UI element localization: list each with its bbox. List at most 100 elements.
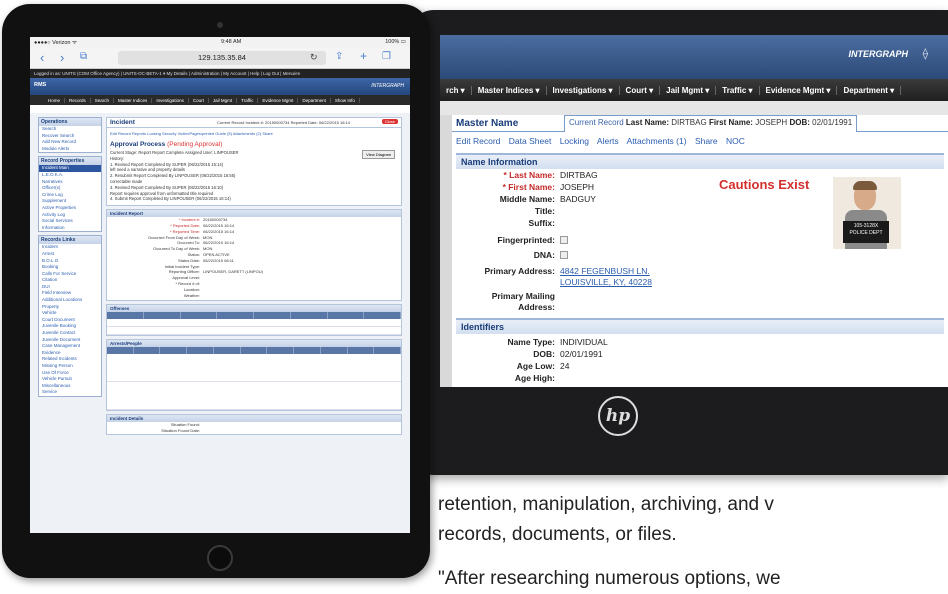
session-bar: Logged in as: UNITS (COM Office Agency) …	[30, 69, 410, 78]
sidebar-item[interactable]: Juvenile Contact	[39, 330, 101, 337]
new-tab-icon[interactable]: +	[360, 49, 367, 63]
tabs-icon[interactable]: ❐	[382, 51, 391, 62]
share-icon[interactable]: ⇪	[335, 51, 343, 62]
table-row[interactable]	[107, 382, 401, 411]
current-record-box: Current Record Last Name: DIRTBAG First …	[564, 115, 858, 132]
dna-checkbox[interactable]	[560, 251, 568, 259]
menu-evidence-mgmt[interactable]: Evidence Mgmt	[258, 97, 299, 103]
sidebar-item[interactable]: Field Interview	[39, 290, 101, 297]
cautions-alert[interactable]: Cautions Exist	[719, 177, 809, 192]
locking-link[interactable]: Locking	[560, 136, 589, 146]
sidebar-item[interactable]: Evidence	[39, 350, 101, 357]
page-title: Master Name	[456, 118, 519, 129]
article-line: records, documents, or files.	[438, 524, 677, 545]
sidebar-item-active[interactable]: Incident Main	[39, 165, 101, 172]
nav-department[interactable]: Department ▾	[837, 85, 902, 95]
sidebar-item[interactable]: Property	[39, 304, 101, 311]
nav-traffic[interactable]: Traffic ▾	[716, 85, 760, 95]
report-field: Weather:	[183, 292, 200, 298]
main-nav: rch ▾ Master Indices ▾ Investigations ▾ …	[440, 79, 948, 101]
nav-investigations[interactable]: Investigations ▾	[547, 85, 620, 95]
edit-record-link[interactable]: Edit Record	[456, 136, 500, 146]
sidebar-item[interactable]: Social Services	[39, 218, 101, 225]
menu-master-indices[interactable]: Master Indices	[114, 97, 153, 103]
sidebar-item[interactable]: Narratives	[39, 179, 101, 186]
sidebar-item[interactable]: Recover Search	[39, 133, 101, 140]
offenses-table-header	[107, 312, 401, 320]
mugshot-photo[interactable]: 105-3128X POLICE DEPT	[833, 177, 901, 249]
sidebar-item[interactable]: Additional Locations	[39, 297, 101, 304]
sidebar-item[interactable]: Booking	[39, 264, 101, 271]
sidebar-item[interactable]: Crime Log	[39, 192, 101, 199]
sidebar-item[interactable]: Vehicle Pursuit	[39, 376, 101, 383]
forward-icon[interactable]: ›	[60, 50, 64, 65]
table-row[interactable]	[107, 354, 401, 383]
sidebar-item[interactable]: Calls For Service	[39, 271, 101, 278]
nav-master-indices[interactable]: Master Indices ▾	[472, 85, 547, 95]
arrests-people-panel: Arrests/People	[106, 339, 402, 412]
people-table-header	[107, 347, 402, 355]
incident-links[interactable]: Edit Record Reports Locking Security Vic…	[107, 128, 401, 139]
menu-investigations[interactable]: Investigations	[152, 97, 189, 103]
table-row[interactable]	[107, 319, 401, 328]
noc-link[interactable]: NOC	[726, 136, 745, 146]
sidebar-item[interactable]: Vehicle	[39, 310, 101, 317]
data-sheet-link[interactable]: Data Sheet	[509, 136, 552, 146]
sidebar-item[interactable]: Information	[39, 225, 101, 232]
table-row[interactable]	[107, 327, 401, 336]
alerts-link[interactable]: Alerts	[597, 136, 619, 146]
sidebar-item[interactable]: Active Properties	[39, 205, 101, 212]
menu-home[interactable]: Home	[44, 97, 66, 103]
sidebar-item[interactable]: Arrest	[39, 251, 101, 258]
sidebar-item[interactable]: Service	[39, 389, 101, 396]
address-bar[interactable]: 129.135.35.84	[118, 51, 326, 65]
attachments-link[interactable]: Attachments (1)	[627, 136, 687, 146]
approval-line: 4. Submit Report Completed By LINPOUSER …	[110, 196, 231, 202]
ios-status-bar: ●●●●○ Verizon ᯤ 9:48 AM 100% ▭	[30, 37, 410, 47]
sidebar-item[interactable]: Miscellaneous	[39, 383, 101, 390]
details-field: Situation Found Date:	[161, 428, 200, 434]
reload-icon[interactable]: ↻	[310, 52, 318, 63]
bookmarks-icon[interactable]: ⧉	[80, 51, 87, 62]
sidebar-item[interactable]: Related Incidents	[39, 356, 101, 363]
sidebar-item[interactable]: Juvenile Booking	[39, 323, 101, 330]
sidebar-item[interactable]: Case Management	[39, 343, 101, 350]
sidebar-item[interactable]: Supplement	[39, 198, 101, 205]
share-link[interactable]: Share	[695, 136, 718, 146]
sidebar-item[interactable]: Activity Log	[39, 212, 101, 219]
view-diagram-button[interactable]: View Diagram	[362, 150, 395, 159]
back-icon[interactable]: ‹	[40, 50, 44, 65]
home-button[interactable]	[207, 545, 233, 571]
nav-evidence-mgmt[interactable]: Evidence Mgmt ▾	[760, 85, 838, 95]
app-header: INTERGRAPH ⟠	[440, 35, 948, 79]
nav-search[interactable]: rch ▾	[440, 85, 472, 95]
sidebar-item[interactable]: Module Alerts	[39, 146, 101, 153]
sidebar-item[interactable]: Juvenile Document	[39, 337, 101, 344]
sidebar-item[interactable]: DUI	[39, 284, 101, 291]
menu-court[interactable]: Court	[189, 97, 209, 103]
menu-search[interactable]: Search	[91, 97, 115, 103]
sidebar-item[interactable]: L.E.O.K.A.	[39, 172, 101, 179]
menu-department[interactable]: Department	[298, 97, 331, 103]
battery: 100% ▭	[385, 39, 406, 45]
nav-jail-mgmt[interactable]: Jail Mgmt ▾	[660, 85, 717, 95]
menu-records[interactable]: Records	[65, 97, 91, 103]
close-button[interactable]: Close	[381, 119, 398, 124]
sidebar-item[interactable]: Court Document	[39, 317, 101, 324]
menu-jail-mgmt[interactable]: Jail Mgmt	[209, 97, 238, 103]
nav-court[interactable]: Court ▾	[620, 85, 661, 95]
sidebar-item[interactable]: Citation	[39, 277, 101, 284]
sidebar-item[interactable]: Missing Person	[39, 363, 101, 370]
sidebar-item[interactable]: B.O.L.O.	[39, 258, 101, 265]
sidebar-item[interactable]: Use Of Force	[39, 370, 101, 377]
sidebar-item[interactable]: Add New Record	[39, 139, 101, 146]
fingerprinted-checkbox[interactable]	[560, 236, 568, 244]
sidebar-item[interactable]: Officer(s)	[39, 185, 101, 192]
approval-panel: Incident Current Record Incident #: 2015…	[106, 117, 402, 207]
primary-address-link[interactable]: 4842 FEGENBUSH LN. LOUISVILLE, KY, 40228	[560, 266, 652, 288]
sidebar-item[interactable]: Search	[39, 126, 101, 133]
operations-box: Operations Search Recover Search Add New…	[38, 117, 102, 154]
menu-traffic[interactable]: Traffic	[237, 97, 259, 103]
menu-show-info[interactable]: Show Info	[331, 97, 360, 103]
sidebar-item[interactable]: Incident	[39, 244, 101, 251]
